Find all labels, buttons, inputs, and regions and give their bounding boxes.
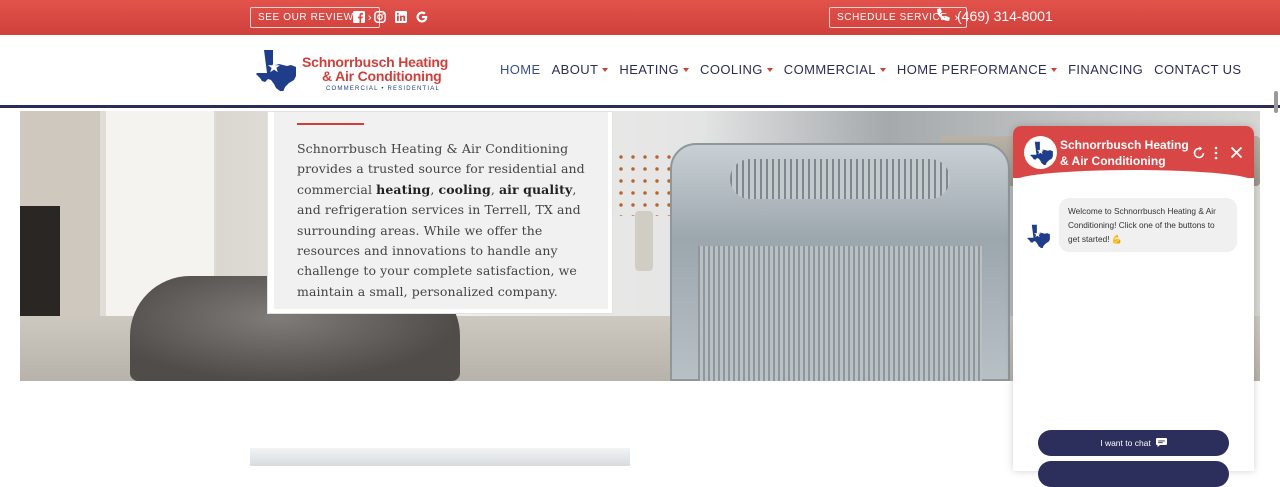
chat-option-button[interactable]: I want to chat — [1038, 430, 1229, 456]
air-quality-link[interactable]: air quality — [499, 182, 572, 197]
close-icon[interactable] — [1230, 146, 1243, 161]
phone-number: (469) 314-8001 — [957, 8, 1053, 24]
chat-avatar — [1024, 136, 1057, 169]
top-bar: SEE OUR REVIEWS › SCHEDULE SERVICE › (46… — [0, 0, 1280, 35]
caret-down-icon — [766, 67, 773, 72]
secondary-image — [250, 448, 630, 466]
chat-option-button-2[interactable] — [1038, 461, 1229, 487]
intro-paragraph: Schnorrbusch Heating & Air Conditioning … — [297, 141, 585, 299]
speech-bubble-icon — [1155, 437, 1167, 449]
logo[interactable]: Schnorrbusch Heating & Air Conditioning … — [252, 49, 448, 92]
social-links — [353, 10, 428, 23]
phone-link[interactable]: (469) 314-8001 — [937, 8, 1053, 24]
google-icon[interactable] — [416, 10, 428, 23]
linkedin-icon[interactable] — [395, 10, 407, 23]
site-header: Schnorrbusch Heating & Air Conditioning … — [0, 35, 1280, 108]
nav-contact-us[interactable]: CONTACT US — [1154, 62, 1241, 77]
schedule-service-label: SCHEDULE SERVICE — [837, 12, 948, 23]
nav-commercial[interactable]: COMMERCIAL — [784, 62, 886, 77]
chat-option-label: I want to chat — [1100, 438, 1151, 448]
caret-down-icon — [602, 67, 609, 72]
nav-financing[interactable]: FINANCING — [1068, 62, 1143, 77]
nav-cooling[interactable]: COOLING — [700, 62, 773, 77]
logo-tagline: COMMERCIAL • RESIDENTIAL — [326, 86, 441, 92]
refresh-icon[interactable] — [1192, 146, 1206, 162]
texas-star-logo-icon — [1027, 224, 1050, 249]
accent-divider — [297, 123, 364, 125]
caret-down-icon — [683, 67, 690, 72]
page-scrollbar[interactable] — [1274, 91, 1278, 113]
vase — [635, 211, 653, 271]
nav-home[interactable]: HOME — [500, 62, 541, 77]
heating-link[interactable]: heating — [376, 182, 430, 197]
nav-about[interactable]: ABOUT — [552, 62, 609, 77]
facebook-icon[interactable] — [353, 10, 365, 23]
cooling-link[interactable]: cooling — [439, 182, 491, 197]
logo-line1: Schnorrbusch Heating — [302, 54, 449, 70]
texas-star-logo-icon — [256, 50, 296, 91]
main-nav: HOME ABOUT HEATING COOLING COMMERCIAL HO… — [500, 62, 1241, 77]
chat-title: Schnorrbusch Heating & Air Conditioning — [1060, 138, 1189, 168]
instagram-icon[interactable] — [374, 10, 386, 23]
see-reviews-label: SEE OUR REVIEWS — [258, 12, 361, 23]
intro-card: Schnorrbusch Heating & Air Conditioning … — [267, 111, 613, 314]
bot-avatar — [1025, 224, 1051, 250]
nav-heating[interactable]: HEATING — [619, 62, 690, 77]
welcome-message: Welcome to Schnorrbusch Heating & Air Co… — [1059, 198, 1237, 252]
phone-icon — [937, 8, 950, 24]
more-options-icon[interactable] — [1213, 146, 1219, 162]
caret-down-icon — [1051, 67, 1058, 72]
logo-line2: & Air Conditioning — [322, 68, 442, 84]
caret-down-icon — [879, 67, 886, 72]
chat-widget: Schnorrbusch Heating & Air Conditioning … — [1013, 126, 1254, 487]
nav-home-performance[interactable]: HOME PERFORMANCE — [897, 62, 1058, 77]
texas-star-logo-icon — [1029, 141, 1053, 165]
